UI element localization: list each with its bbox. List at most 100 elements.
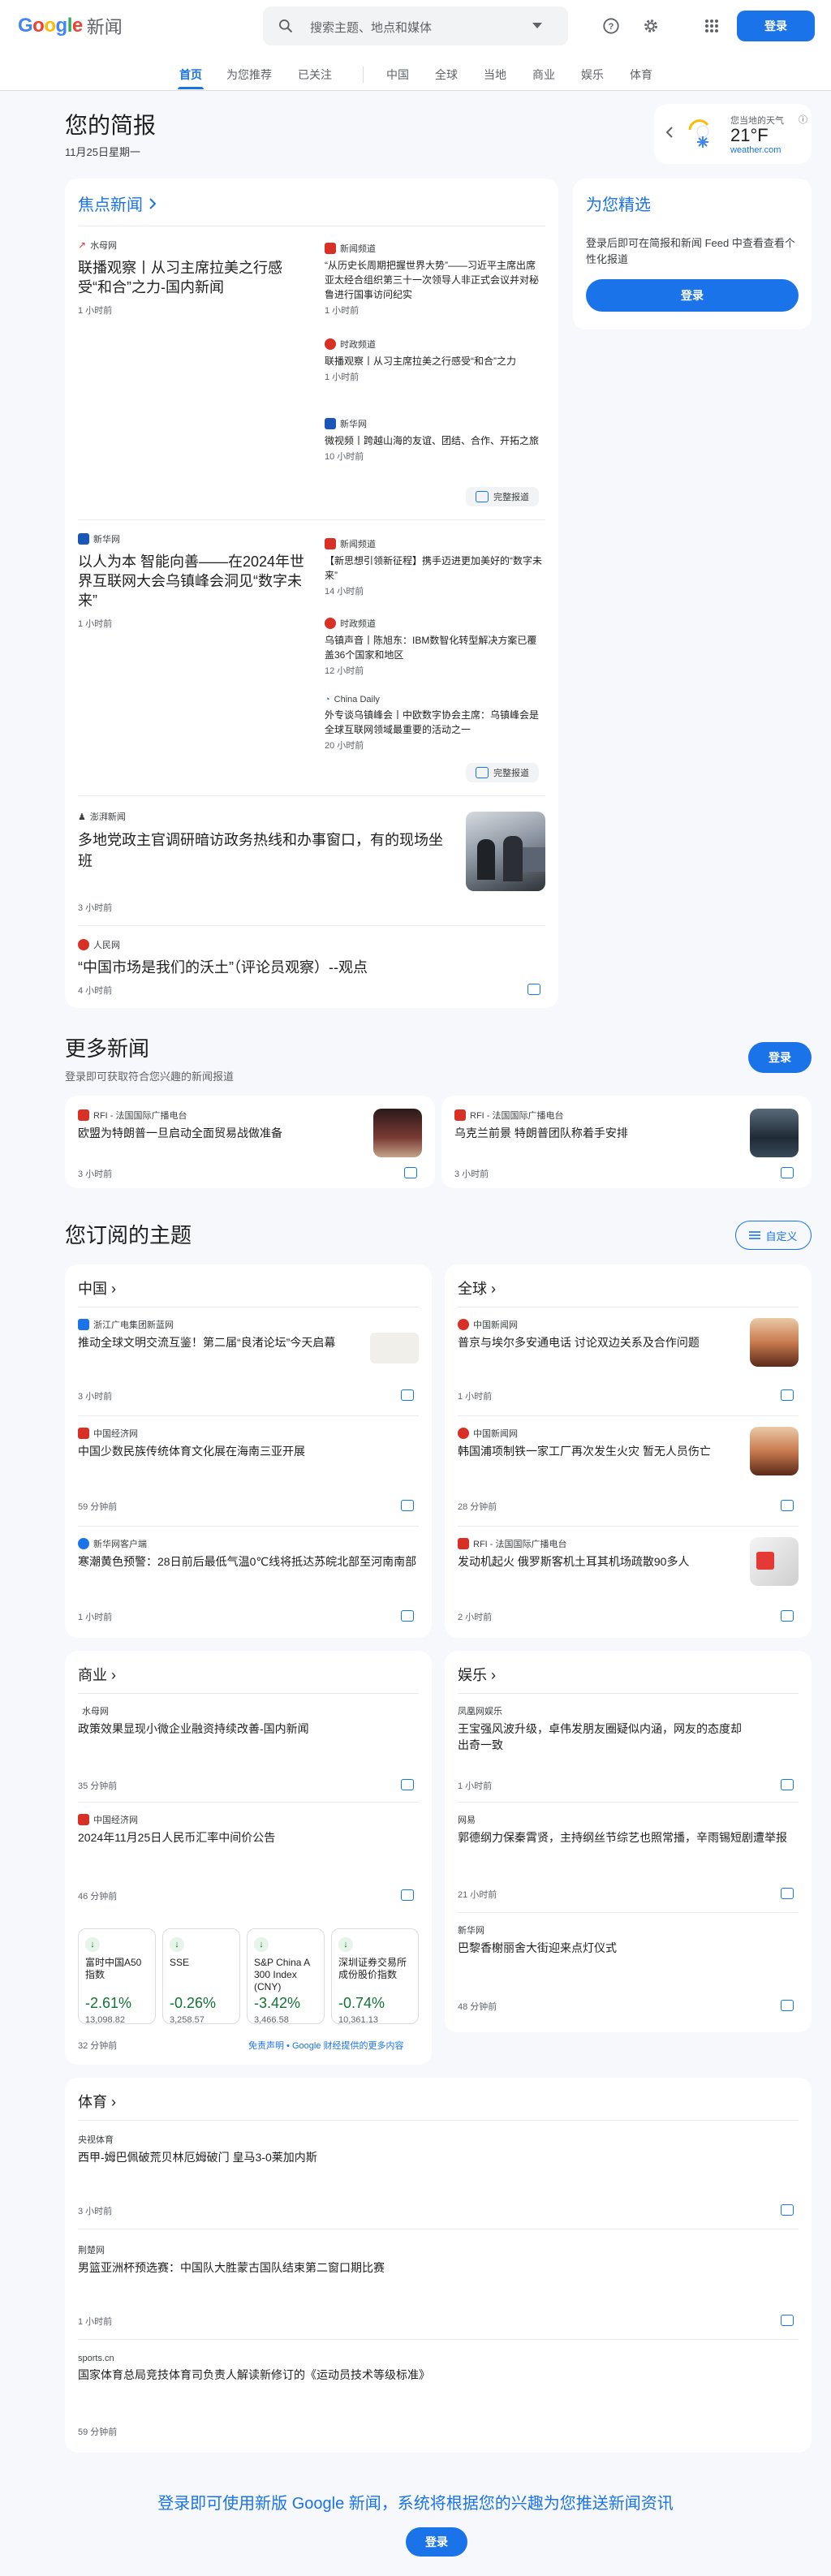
finance-disclaimer-link[interactable]: 免责声明 • Google 财经提供的更多内容	[248, 2039, 404, 2052]
footer-signin-button[interactable]: 登录	[406, 2527, 467, 2557]
tab-business[interactable]: 商业	[532, 67, 555, 83]
arrow-down-icon: ↓	[338, 1937, 353, 1952]
full-coverage-icon	[781, 1167, 794, 1178]
topic-story[interactable]: RFI - 法国国际广播电台 发动机起火 俄罗斯客机土耳其机场疏散90多人	[458, 1537, 734, 1570]
help-icon[interactable]: ?	[598, 13, 624, 39]
full-coverage-button[interactable]: 完整报道	[466, 763, 539, 782]
topic-title[interactable]: 商业 ›	[78, 1664, 116, 1685]
headline[interactable]: 以人为本 智能向善——在2024年世界互联网大会乌镇峰会洞见“数字未来”	[78, 552, 313, 610]
headline[interactable]: 欧盟为特朗普一旦启动全面贸易战做准备	[78, 1125, 354, 1141]
timestamp: 1 小时前	[458, 1781, 493, 1791]
headline[interactable]: 【新思想引领新征程】携手迈进更加美好的“数字未来”	[325, 554, 544, 583]
headline: 普京与埃尔多安通电话 讨论双边关系及合作问题	[458, 1336, 700, 1349]
topic-story[interactable]: 新华网 巴黎香榭丽舍大街迎来点灯仪式	[458, 1923, 799, 1956]
related-story[interactable]: ◔ China Daily 外专谈乌镇峰会丨中欧数字协会主席：乌镇峰会是全球互联网…	[325, 695, 544, 752]
stock-tile[interactable]: ↓ S&P China A 300 Index (CNY) -3.42% 3,4…	[247, 1928, 325, 2025]
stock-change: -3.42%	[254, 1995, 301, 2011]
arrow-down-icon: ↓	[85, 1937, 100, 1952]
more-news-signin-button[interactable]: 登录	[748, 1042, 812, 1073]
story-thumbnail[interactable]	[750, 1318, 799, 1367]
full-coverage-icon[interactable]	[527, 984, 540, 995]
timestamp: 10 小时前	[325, 452, 364, 462]
topic-story[interactable]: 中国新闻网 韩国浦项制铁一家工厂再次发生火灾 暂无人员伤亡	[458, 1427, 734, 1459]
picks-signin-button[interactable]: 登录	[586, 279, 799, 312]
source-logo-icon: ↗	[78, 239, 87, 251]
google-news-logo[interactable]: Google 新闻	[18, 13, 123, 39]
topic-title[interactable]: 体育 ›	[78, 2091, 116, 2112]
stock-tile[interactable]: ↓ 富时中国A50指数 -2.61% 13,098.82	[78, 1928, 156, 2025]
weather-widget[interactable]: 您当地的天气 ⓘ 21°F weather.com	[654, 104, 812, 164]
topic-story[interactable]: 水母网 政策效果显现小微企业融资持续改善-国内新闻	[78, 1704, 419, 1737]
settings-gear-icon[interactable]	[638, 13, 664, 39]
topic-story[interactable]: 浙江广电集团新蓝网 推动全球文明交流互鉴！第二届“良渚论坛”今天启幕	[78, 1318, 419, 1350]
headline[interactable]: 乌镇声音丨陈旭东：IBM数智化转型解决方案已覆盖36个国家和地区	[325, 633, 544, 662]
signin-button[interactable]: 登录	[737, 11, 815, 41]
story-thumbnail[interactable]	[466, 812, 545, 891]
stock-tile[interactable]: ↓ SSE -0.26% 3,258.57	[162, 1928, 240, 2025]
chevron-left-icon[interactable]	[665, 127, 674, 138]
lead-story-1[interactable]: ↗ 水母网 联播观察丨从习主席拉美之行感受“和合”之力-国内新闻 1 小时前	[78, 239, 313, 317]
headline[interactable]: 外专谈乌镇峰会丨中欧数字协会主席：乌镇峰会是全球互联网领域最重要的活动之一	[325, 708, 544, 737]
headline[interactable]: 联播观察丨从习主席拉美之行感受“和合”之力-国内新闻	[78, 258, 313, 297]
topic-story[interactable]: 新华网客户端 寒潮黄色预警：28日前后最低气温0℃线将抵达苏皖北部至河南南部	[78, 1537, 419, 1570]
topic-story[interactable]: sports.cn 国家体育总局竞技体育司负责人解读新修订的《运动员技术等级标准…	[78, 2354, 792, 2383]
topic-title[interactable]: 中国 ›	[78, 1277, 116, 1299]
story-thumbnail[interactable]	[370, 1333, 419, 1363]
topic-title[interactable]: 全球 ›	[458, 1277, 496, 1299]
source-logo-icon	[78, 1319, 89, 1330]
more-news-card[interactable]: RFI - 法国国际广播电台 欧盟为特朗普一旦启动全面贸易战做准备 3 小时前	[65, 1096, 435, 1188]
tab-following[interactable]: 已关注	[298, 67, 332, 83]
topic-story[interactable]: 中国经济网 中国少数民族传统体育文化展在海南三亚开展	[78, 1427, 419, 1459]
tab-world[interactable]: 全球	[435, 67, 458, 83]
full-coverage-icon	[404, 1167, 417, 1178]
story-thumbnail[interactable]	[373, 1109, 422, 1157]
full-coverage-button[interactable]: 完整报道	[466, 487, 539, 506]
headline[interactable]: “中国市场是我们的沃土”（评论员观察）--观点	[78, 958, 484, 977]
story-3[interactable]: ♟ 澎湃新闻 多地党政主官调研暗访政务热线和办事窗口，有的现场坐班	[78, 810, 443, 872]
related-story[interactable]: 时政频道 联播观察丨从习主席拉美之行感受“和合”之力 1 小时前	[325, 338, 544, 383]
related-story[interactable]: 新华网 微视频丨跨越山海的友谊、团结、合作、开拓之旅 10 小时前	[325, 417, 544, 463]
headline[interactable]: 联播观察丨从习主席拉美之行感受“和合”之力	[325, 354, 544, 368]
apps-grid-icon[interactable]	[699, 13, 725, 39]
timestamp: 1 小时前	[78, 2317, 113, 2327]
more-news-card[interactable]: RFI - 法国国际广播电台 乌克兰前景 特朗普团队称着手安排 3 小时前	[441, 1096, 812, 1188]
source-logo-icon	[325, 338, 336, 350]
story-thumbnail[interactable]	[750, 1537, 799, 1586]
tab-home[interactable]: 首页	[178, 67, 204, 89]
timestamp: 21 小时前	[458, 1890, 497, 1900]
weather-source-link[interactable]: weather.com	[730, 145, 781, 155]
headline[interactable]: “从历史长周期把握世界大势”——习近平主席出席亚太经合组织第三十一次领导人非正式…	[325, 258, 544, 302]
topic-story[interactable]: 凤凰网娱乐 王宝强风波升级，卓伟发朋友圈疑似内涵，网友的态度却出奇一致	[458, 1704, 750, 1753]
dropdown-arrow-icon[interactable]	[532, 23, 542, 29]
tab-sports[interactable]: 体育	[630, 67, 652, 83]
headline[interactable]: 乌克兰前景 特朗普团队称着手安排	[454, 1125, 730, 1141]
tab-entertainment[interactable]: 娱乐	[581, 67, 604, 83]
stock-tile[interactable]: ↓ 深圳证券交易所成份股价指数 -0.74% 10,361.13	[331, 1928, 419, 2025]
topic-card-entertainment: 娱乐 › 凤凰网娱乐 王宝强风波升级，卓伟发朋友圈疑似内涵，网友的态度却出奇一致…	[445, 1651, 812, 2032]
tab-china[interactable]: 中国	[386, 67, 409, 83]
related-story[interactable]: 新闻频道 “从历史长周期把握世界大势”——习近平主席出席亚太经合组织第三十一次领…	[325, 242, 544, 317]
lead-story-2[interactable]: 新华网 以人为本 智能向善——在2024年世界互联网大会乌镇峰会洞见“数字未来”…	[78, 532, 313, 630]
customize-button[interactable]: 自定义	[735, 1221, 812, 1250]
headline[interactable]: 多地党政主官调研暗访政务热线和办事窗口，有的现场坐班	[78, 829, 443, 872]
topic-story[interactable]: 中国经济网 2024年11月25日人民币汇率中间价公告	[78, 1813, 419, 1846]
full-coverage-icon	[401, 1500, 414, 1511]
story-thumbnail[interactable]	[750, 1109, 799, 1157]
story-4[interactable]: 人民网 “中国市场是我们的沃土”（评论员观察）--观点 4 小时前	[78, 938, 484, 997]
topic-story[interactable]: 央视体育 西甲-姆巴佩破荒贝林厄姆破门 皇马3-0莱加内斯	[78, 2133, 792, 2165]
related-story[interactable]: 时政频道 乌镇声音丨陈旭东：IBM数智化转型解决方案已覆盖36个国家和地区 12…	[325, 617, 544, 677]
story-thumbnail[interactable]	[750, 1427, 799, 1475]
related-story[interactable]: 新闻频道 【新思想引领新征程】携手迈进更加美好的“数字未来” 14 小时前	[325, 537, 544, 597]
top-stories-header[interactable]: 焦点新闻	[78, 192, 156, 215]
timestamp: 3 小时前	[454, 1170, 489, 1179]
search-box[interactable]: 搜索主题、地点和媒体	[263, 6, 568, 45]
topic-story[interactable]: 中国新闻网 普京与埃尔多安通电话 讨论双边关系及合作问题	[458, 1318, 734, 1350]
headline[interactable]: 微视频丨跨越山海的友谊、团结、合作、开拓之旅	[325, 433, 544, 448]
topic-title[interactable]: 娱乐 ›	[458, 1664, 496, 1685]
tab-local[interactable]: 当地	[484, 67, 506, 83]
timestamp: 1 小时前	[458, 1392, 493, 1402]
tab-for-you[interactable]: 为您推荐	[226, 67, 272, 83]
topic-story[interactable]: 荆楚网 男篮亚洲杯预选赛：中国队大胜蒙古国队结束第二窗口期比赛	[78, 2243, 792, 2276]
topic-story[interactable]: 网易 郭德纲力保秦霄贤，主持纲丝节综艺也照常播，辛雨锡短剧遭举报	[458, 1813, 799, 1846]
info-icon[interactable]: ⓘ	[799, 113, 807, 126]
